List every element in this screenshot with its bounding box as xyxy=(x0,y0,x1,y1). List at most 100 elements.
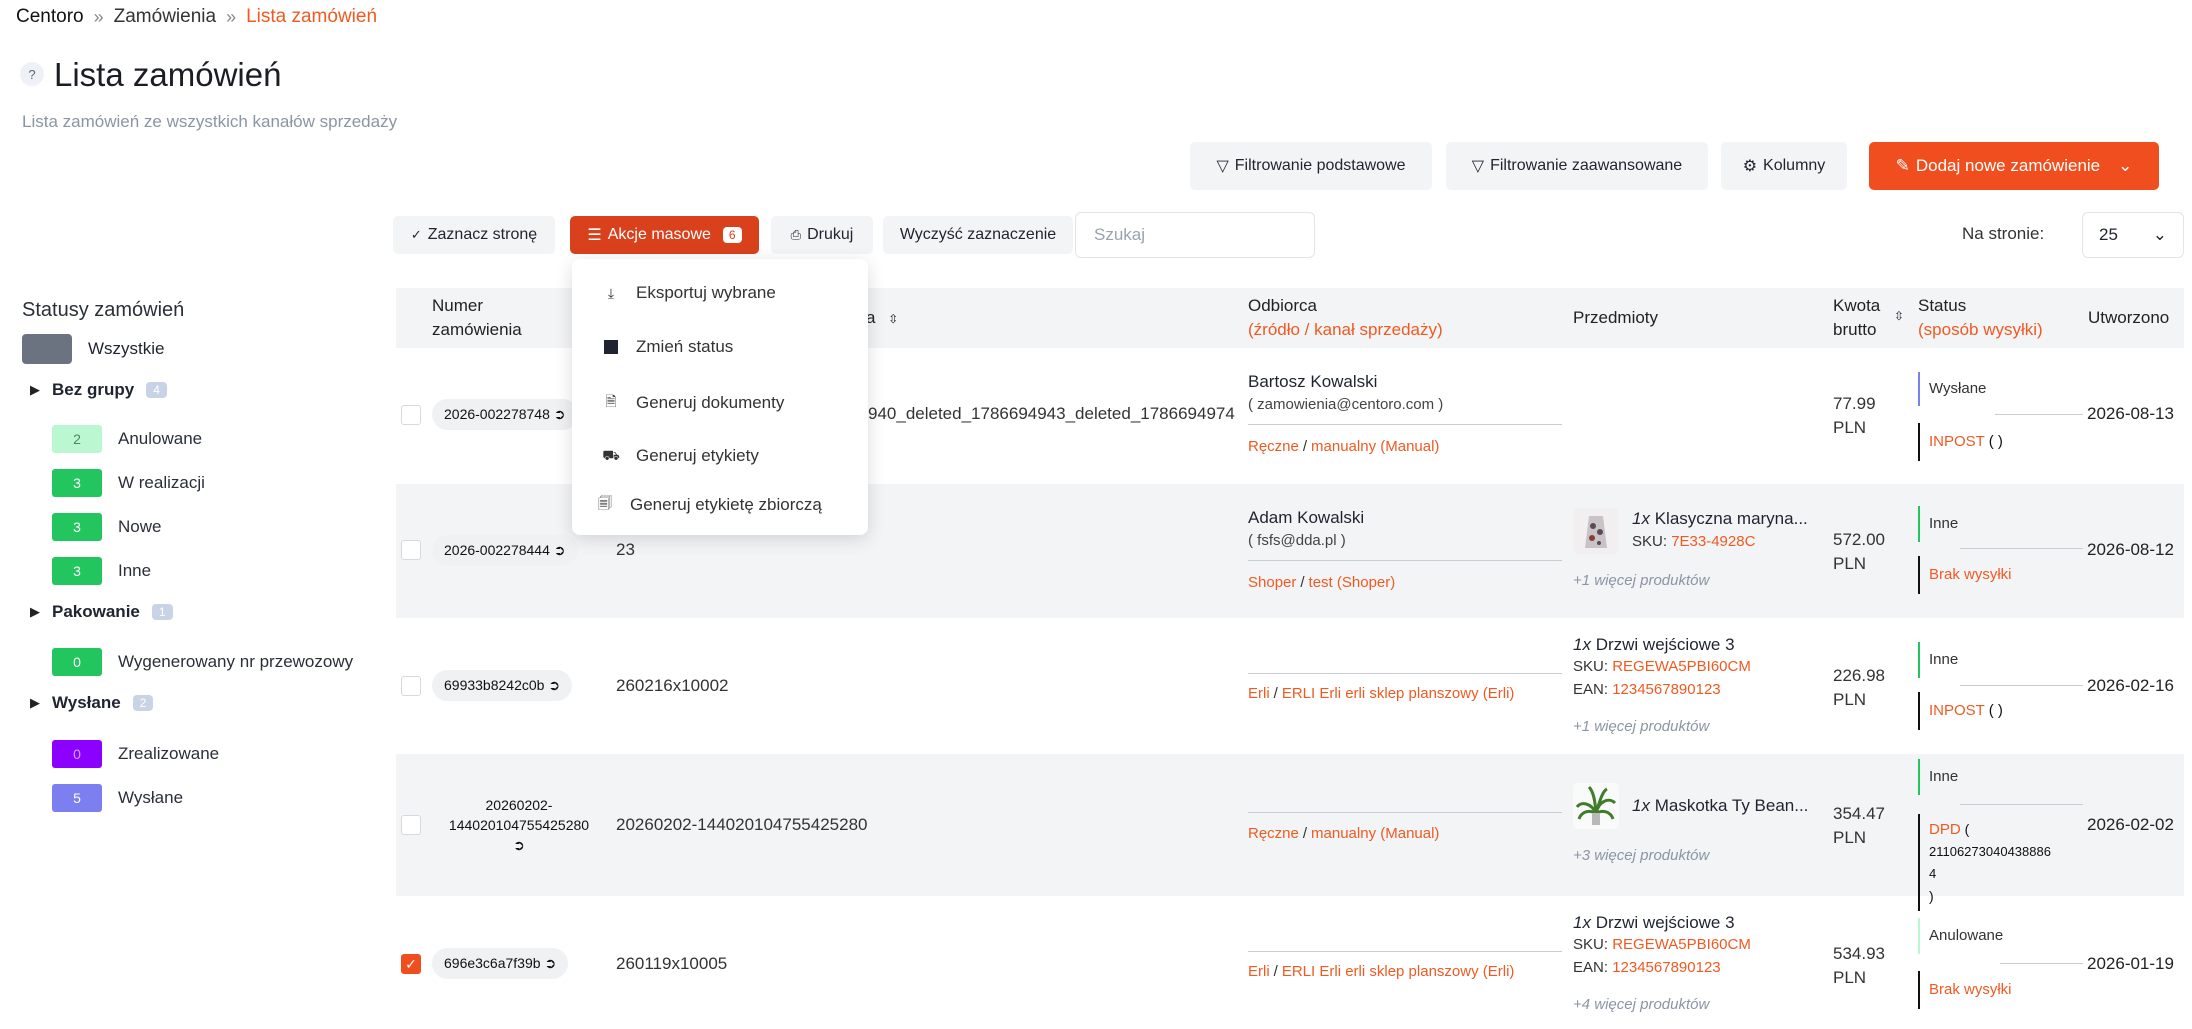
breadcrumb-orders[interactable]: Zamówienia xyxy=(114,6,216,28)
sort-icon[interactable]: ⇳ xyxy=(1894,309,1904,323)
source-name[interactable]: Ręczne xyxy=(1248,438,1299,455)
ean-value: 1234567890123 xyxy=(1612,959,1721,976)
row-checkbox[interactable]: ✓ xyxy=(401,954,421,974)
advanced-filter-button[interactable]: ▽ Filtrowanie zaawansowane xyxy=(1446,142,1708,190)
sidebar-item-all[interactable]: Wszystkie xyxy=(88,339,165,359)
row-checkbox[interactable] xyxy=(401,540,421,560)
header-order-number[interactable]: Numer zamówienia xyxy=(432,294,522,342)
status-badge[interactable]: Inne xyxy=(1918,506,1958,542)
source-channel[interactable]: ERLI Erli erli sklep planszowy (Erli) xyxy=(1282,685,1515,702)
sidebar-status[interactable]: 0 Wygenerowany nr przewozowy xyxy=(52,648,353,676)
order-number-chip[interactable]: 2026-002278444 ➲ xyxy=(432,535,578,566)
clear-selection-button[interactable]: Wyczyść zaznaczenie xyxy=(883,216,1073,254)
breadcrumb-root[interactable]: Centoro xyxy=(16,6,84,28)
external-number: 20260202-144020104755425280 xyxy=(616,815,868,834)
status-label: Zrealizowane xyxy=(118,744,220,763)
header-text: Numer xyxy=(432,296,484,315)
menu-item-labels[interactable]: ⛟ Generuj etykiety xyxy=(600,446,759,466)
triangle-right-icon: ▶ xyxy=(30,604,40,619)
item-qty: 1x xyxy=(1632,796,1650,815)
source-channel[interactable]: ERLI Erli erli sklep planszowy (Erli) xyxy=(1282,963,1515,980)
source-channel[interactable]: manualny (Manual) xyxy=(1311,438,1439,455)
row-checkbox[interactable] xyxy=(401,815,421,835)
more-products-link[interactable]: +4 więcej produktów xyxy=(1573,996,1709,1013)
check-icon: ✓ xyxy=(405,955,417,972)
source-name[interactable]: Ręczne xyxy=(1248,825,1299,842)
item-name[interactable]: 1x Maskotka Ty Bean... xyxy=(1632,796,1808,816)
clear-selection-label: Wyczyść zaznaczenie xyxy=(899,226,1057,243)
header-external-number[interactable]: a ⇳ xyxy=(866,306,898,331)
search-input[interactable] xyxy=(1075,212,1315,258)
source-name[interactable]: Erli xyxy=(1248,963,1270,980)
currency: PLN xyxy=(1833,828,1867,847)
sidebar-status[interactable]: 0 Zrealizowane xyxy=(52,740,219,768)
status-group-pakowanie[interactable]: ▶ Pakowanie 1 xyxy=(30,602,173,622)
header-amount[interactable]: Kwota brutto xyxy=(1833,294,1880,342)
gear-icon: ⚙ xyxy=(1742,158,1758,175)
page-title: Lista zamówień xyxy=(54,56,282,93)
source-channel[interactable]: manualny (Manual) xyxy=(1311,825,1439,842)
add-order-button[interactable]: ✎ Dodaj nowe zamówienie ⌄ xyxy=(1869,142,2159,190)
sidebar-status[interactable]: 3 W realizacji xyxy=(52,469,205,497)
select-page-button[interactable]: ✓ Zaznacz stronę xyxy=(393,216,555,254)
menu-item-change-status[interactable]: Zmień status xyxy=(600,337,733,357)
source-channel[interactable]: test (Shoper) xyxy=(1309,574,1396,591)
sidebar-status[interactable]: 2 Anulowane xyxy=(52,425,202,453)
status-badge[interactable]: Inne xyxy=(1918,759,1958,795)
header-text: zamówienia xyxy=(432,320,522,339)
source-name[interactable]: Shoper xyxy=(1248,574,1296,591)
ean-value: 1234567890123 xyxy=(1612,681,1721,698)
status-count: 3 xyxy=(52,557,102,585)
ean-label: EAN: xyxy=(1573,959,1609,976)
basic-filter-button[interactable]: ▽ Filtrowanie podstawowe xyxy=(1190,142,1432,190)
columns-button[interactable]: ⚙ Kolumny xyxy=(1721,142,1847,190)
header-created: Utworzono xyxy=(2088,308,2170,327)
external-number: 23 xyxy=(616,540,635,559)
sidebar-status[interactable]: 3 Inne xyxy=(52,557,151,585)
help-icon[interactable]: ? xyxy=(20,62,44,86)
item-ean: EAN: 1234567890123 xyxy=(1573,681,1721,698)
recipient-name: Adam Kowalski xyxy=(1248,508,1365,527)
row-checkbox[interactable] xyxy=(401,405,421,425)
source-name[interactable]: Erli xyxy=(1248,685,1270,702)
status-group-bez-grupy[interactable]: ▶ Bez grupy 4 xyxy=(30,380,167,400)
status-badge[interactable]: Inne xyxy=(1918,642,1958,678)
more-products-link[interactable]: +3 więcej produktów xyxy=(1573,847,1709,864)
product-thumbnail[interactable] xyxy=(1573,508,1619,554)
row-checkbox[interactable] xyxy=(401,676,421,696)
item-name[interactable]: 1x Drzwi wejściowe 3 xyxy=(1573,635,1735,655)
breadcrumb: Centoro » Zamówienia » Lista zamówień xyxy=(16,6,377,28)
order-date: 2026-08-12 xyxy=(2087,540,2174,559)
order-amount: 354.47 PLN xyxy=(1833,802,1885,850)
per-page-select[interactable]: 25 ⌄ xyxy=(2082,212,2184,258)
menu-item-collective-label[interactable]: 🗐 Generuj etykietę zbiorczą xyxy=(594,493,822,517)
menu-item-export[interactable]: ⤓ Eksportuj wybrane xyxy=(600,283,776,303)
status-count: 2 xyxy=(52,425,102,453)
all-status-swatch[interactable] xyxy=(22,334,72,364)
order-number-chip[interactable]: 696e3c6a7f39b ➲ xyxy=(432,948,569,979)
sidebar-status[interactable]: 3 Nowe xyxy=(52,513,161,541)
more-products-link[interactable]: +1 więcej produktów xyxy=(1573,572,1709,589)
order-number-chip[interactable]: 20260202- 144020104755425280 ➲ xyxy=(440,795,598,855)
item-name[interactable]: 1x Klasyczna maryna... xyxy=(1632,509,1808,529)
sidebar-status[interactable]: 5 Wysłane xyxy=(52,784,183,812)
status-badge[interactable]: Anulowane xyxy=(1918,918,2003,954)
status-badge[interactable]: Wysłane xyxy=(1918,372,1986,406)
item-title: Drzwi wejściowe 3 xyxy=(1595,635,1735,654)
status-group-wyslane[interactable]: ▶ Wysłane 2 xyxy=(30,693,154,713)
divider xyxy=(1248,560,1562,561)
menu-item-documents[interactable]: 🗎 Generuj dokumenty xyxy=(600,391,784,415)
more-products-link[interactable]: +1 więcej produktów xyxy=(1573,718,1709,735)
order-number-chip[interactable]: 2026-002278748 ➲ xyxy=(432,399,578,430)
shipping-detail: ( xyxy=(1964,821,1970,837)
item-name[interactable]: 1x Drzwi wejściowe 3 xyxy=(1573,913,1735,933)
product-thumbnail[interactable] xyxy=(1573,783,1619,829)
shipping-method: Brak wysyłki xyxy=(1918,556,2012,594)
menu-item-label: Generuj etykiety xyxy=(636,446,759,465)
documents-icon: 🗐 xyxy=(598,495,612,511)
sort-icon: ⇳ xyxy=(888,312,899,326)
print-button[interactable]: ⎙ Drukuj xyxy=(771,216,873,254)
bulk-actions-button[interactable]: ☰ Akcje masowe 6 xyxy=(570,216,759,254)
group-name: Pakowanie xyxy=(52,602,140,621)
order-number-chip[interactable]: 69933b8242c0b ➲ xyxy=(432,670,573,701)
